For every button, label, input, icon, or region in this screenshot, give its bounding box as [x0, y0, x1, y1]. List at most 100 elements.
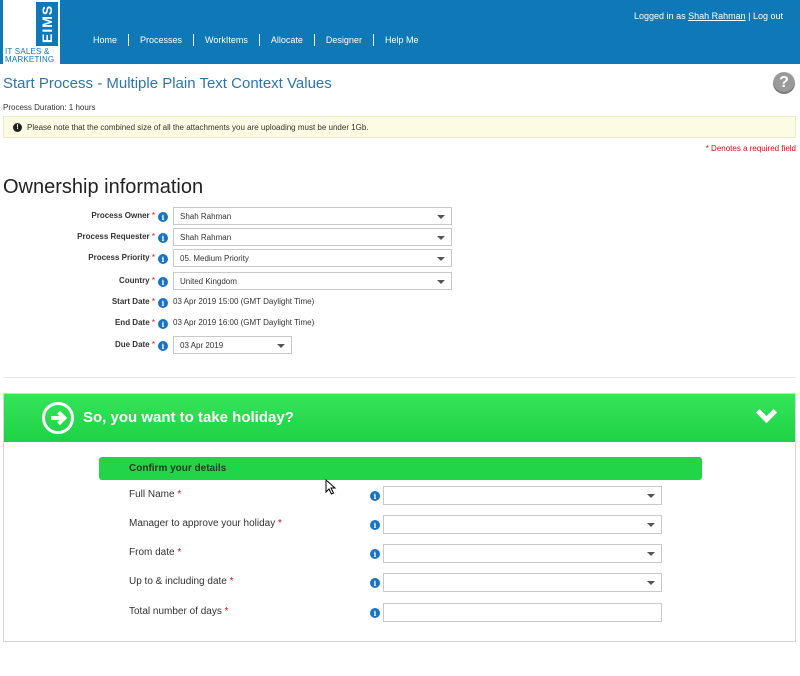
nav-help-me[interactable]: Help Me	[374, 34, 430, 46]
label-text: Process Priority	[88, 253, 150, 262]
end-date-value: 03 Apr 2019 16:00 (GMT Daylight Time)	[173, 318, 315, 327]
end-date-label: End Date *	[0, 318, 155, 327]
attachment-notice: ! Please note that the combined size of …	[3, 116, 796, 138]
required-mark: *	[151, 297, 155, 306]
label-text: Up to & including date	[129, 576, 227, 587]
due-date-label: Due Date *	[0, 340, 155, 349]
logout-link[interactable]: Log out	[753, 11, 783, 21]
arrow-right-circle-icon	[42, 402, 74, 434]
total-days-label: Total number of days *	[129, 606, 229, 617]
select-value: Shah Rahman	[180, 233, 232, 242]
process-priority-label: Process Priority *	[0, 253, 155, 262]
required-mark: *	[151, 253, 155, 262]
to-date-select[interactable]	[383, 573, 662, 592]
total-days-input[interactable]	[383, 603, 662, 622]
label-text: From date	[129, 547, 175, 558]
ownership-title: Ownership information	[3, 176, 204, 198]
full-name-select[interactable]	[383, 486, 662, 505]
process-owner-label: Process Owner *	[0, 211, 155, 220]
select-value: 05. Medium Priority	[180, 254, 249, 263]
holiday-panel: So, you want to take holiday? Confirm yo…	[3, 393, 796, 642]
label-text: End Date	[114, 318, 150, 327]
chevron-down-icon	[277, 344, 285, 348]
required-mark: *	[177, 547, 182, 558]
eims-logo[interactable]: EIMS IT SALES & MARKETING	[3, 0, 60, 64]
holiday-title: So, you want to take holiday?	[83, 409, 294, 426]
nav-workitems[interactable]: WorkItems	[194, 34, 259, 46]
label-text: Process Requester	[77, 232, 150, 241]
info-icon[interactable]: i	[370, 549, 380, 559]
logo-line-2: MARKETING	[5, 55, 55, 64]
label-text: Start Date	[111, 297, 150, 306]
info-icon[interactable]: i	[158, 319, 168, 329]
chevron-down-icon	[647, 494, 655, 498]
info-icon[interactable]: i	[370, 608, 380, 618]
select-value: 03 Apr 2019	[180, 341, 224, 350]
info-circle-icon: !	[13, 123, 22, 132]
info-icon[interactable]: i	[370, 491, 380, 501]
due-date-picker[interactable]: 03 Apr 2019	[173, 336, 292, 354]
nav-home[interactable]: Home	[82, 34, 128, 46]
chevron-down-icon	[647, 523, 655, 527]
nav-designer[interactable]: Designer	[315, 34, 373, 46]
notice-text: Please note that the combined size of al…	[27, 123, 369, 132]
process-requester-label: Process Requester *	[0, 232, 155, 241]
select-value: Shah Rahman	[180, 212, 232, 221]
page-title: Start Process - Multiple Plain Text Cont…	[3, 75, 332, 92]
confirm-details-title: Confirm your details	[129, 463, 227, 474]
full-name-label: Full Name *	[129, 489, 181, 500]
process-owner-select[interactable]: Shah Rahman	[173, 207, 452, 225]
info-icon[interactable]: i	[158, 254, 168, 264]
arrow-head	[52, 410, 68, 426]
required-field-note: * Denotes a required field	[705, 144, 796, 153]
info-icon[interactable]: i	[158, 298, 168, 308]
nav-allocate[interactable]: Allocate	[260, 34, 314, 46]
label-text: Country	[118, 276, 150, 285]
chevron-down-icon	[437, 280, 445, 284]
info-icon[interactable]: i	[158, 341, 168, 351]
info-icon[interactable]: i	[158, 233, 168, 243]
info-icon[interactable]: i	[158, 277, 168, 287]
confirm-details-header: Confirm your details	[99, 457, 702, 480]
chevron-down-icon	[437, 215, 445, 219]
process-requester-select[interactable]: Shah Rahman	[173, 228, 452, 246]
label-text: Total number of days	[129, 606, 222, 617]
holiday-banner[interactable]: So, you want to take holiday?	[4, 394, 795, 442]
login-separator: |	[745, 11, 753, 21]
process-duration: Process Duration: 1 hours	[3, 103, 96, 112]
login-status: Logged in as Shah Rahman | Log out	[634, 11, 783, 21]
question-circle-icon[interactable]: ?	[773, 72, 795, 94]
process-priority-select[interactable]: 05. Medium Priority	[173, 249, 452, 267]
chevron-down-icon[interactable]	[756, 409, 776, 423]
required-mark: *	[224, 606, 229, 617]
required-mark: *	[229, 576, 234, 587]
chevron-down-icon	[437, 236, 445, 240]
label-text: Full Name	[129, 489, 175, 500]
start-date-value: 03 Apr 2019 15:00 (GMT Daylight Time)	[173, 297, 315, 306]
to-date-label: Up to & including date *	[129, 576, 234, 587]
info-icon[interactable]: i	[158, 212, 168, 222]
required-mark: *	[151, 318, 155, 327]
select-value: United Kingdom	[180, 277, 237, 286]
required-mark: *	[151, 211, 155, 220]
logo-mark: EIMS	[36, 2, 58, 46]
start-date-label: Start Date *	[0, 297, 155, 306]
info-icon[interactable]: i	[370, 578, 380, 588]
country-label: Country *	[0, 276, 155, 285]
mouse-cursor-icon	[325, 479, 337, 495]
login-prefix: Logged in as	[634, 11, 689, 21]
from-date-label: From date *	[129, 547, 181, 558]
section-divider	[3, 377, 796, 378]
nav-processes[interactable]: Processes	[129, 34, 193, 46]
required-mark: *	[151, 340, 155, 349]
chevron-down-icon	[437, 257, 445, 261]
label-text: Process Owner	[91, 211, 150, 220]
required-mark: *	[151, 276, 155, 285]
country-select[interactable]: United Kingdom	[173, 272, 452, 290]
from-date-select[interactable]	[383, 544, 662, 563]
user-link[interactable]: Shah Rahman	[688, 11, 746, 21]
label-text: Due Date	[114, 340, 150, 349]
manager-select[interactable]	[383, 515, 662, 534]
main-nav: Home Processes WorkItems Allocate Design…	[82, 34, 429, 46]
info-icon[interactable]: i	[370, 520, 380, 530]
